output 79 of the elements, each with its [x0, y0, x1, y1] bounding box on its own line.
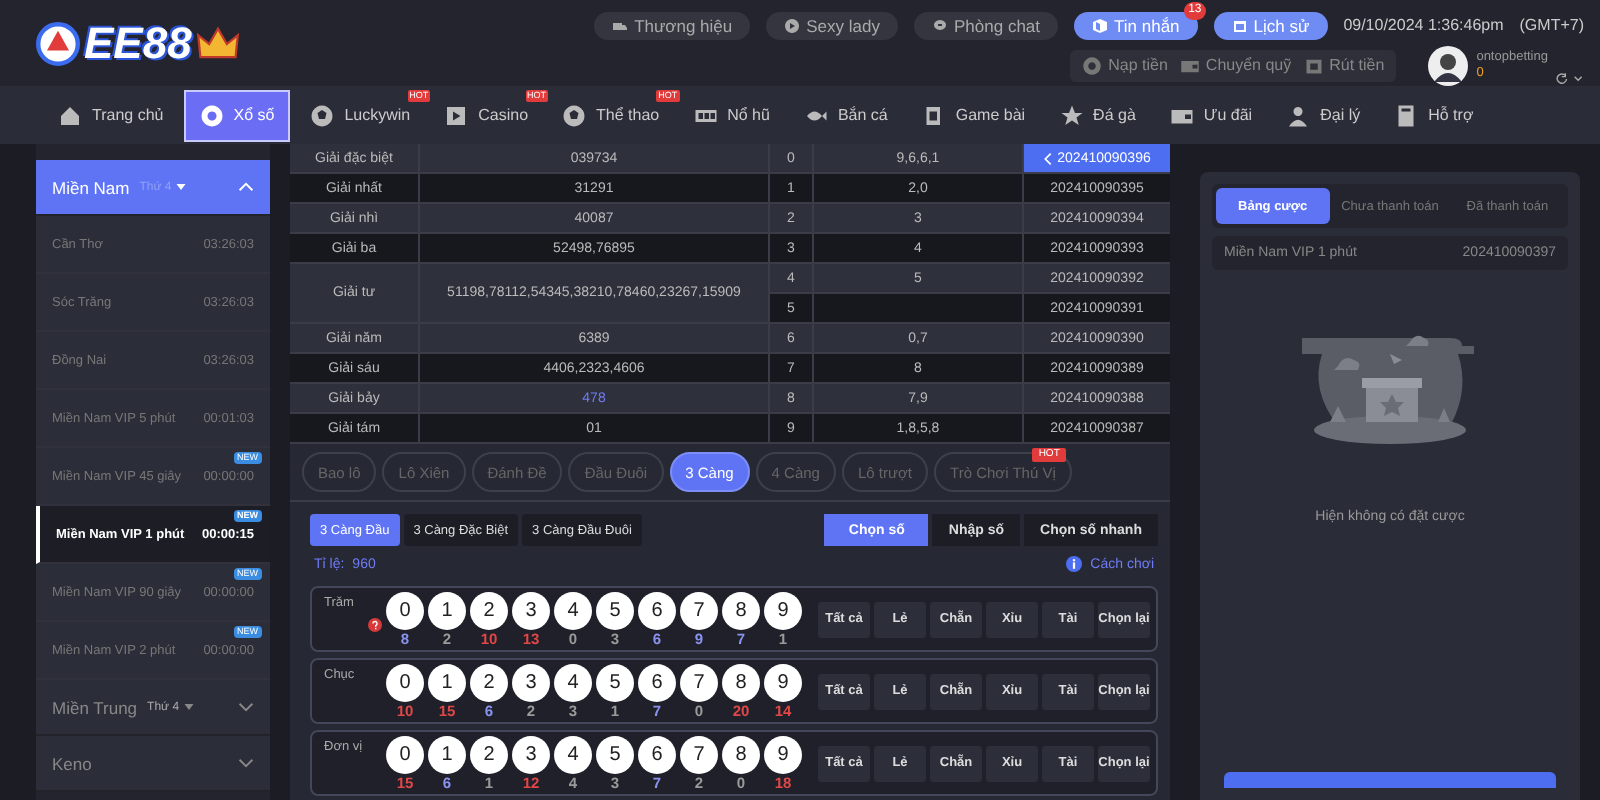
chevron-left-icon: [1043, 151, 1052, 165]
help-icon[interactable]: [368, 618, 382, 632]
number-ball[interactable]: 3: [512, 591, 550, 629]
number-ball[interactable]: 9: [764, 591, 802, 629]
nav-item[interactable]: Bắn cá: [789, 89, 902, 141]
nav-item[interactable]: Hỗ trợ: [1380, 89, 1488, 141]
number-ball[interactable]: 8: [722, 591, 760, 629]
number-ball[interactable]: 7: [680, 735, 718, 773]
number-ball[interactable]: 2: [470, 663, 508, 701]
avatar[interactable]: [1428, 45, 1469, 85]
header-link[interactable]: Thương hiệu: [594, 11, 751, 39]
timezone: (GMT+7): [1519, 16, 1584, 34]
bank-icon: [1303, 55, 1324, 75]
target-icon: [199, 103, 224, 127]
region-name: Miền Nam: [52, 177, 130, 197]
number-ball[interactable]: 3: [512, 735, 550, 773]
number-ball[interactable]: 2: [470, 591, 508, 629]
number-ball[interactable]: 6: [638, 663, 676, 701]
coin-icon: [1082, 55, 1103, 75]
number-ball[interactable]: 8: [722, 735, 760, 773]
datetime: 09/10/2024 1:36:46pm: [1343, 16, 1504, 34]
number-ball[interactable]: 0: [386, 663, 424, 701]
caret-icon: [175, 184, 186, 190]
book-icon: [1394, 103, 1419, 127]
refresh-icon[interactable]: [1556, 71, 1584, 85]
number-ball[interactable]: 5: [596, 591, 634, 629]
chevron-icon: [238, 702, 254, 712]
card-icon: [921, 103, 946, 127]
nav-item[interactable]: Nổ hũ: [679, 89, 784, 141]
number-ball[interactable]: 3: [512, 663, 550, 701]
logo-text: EE88: [84, 17, 192, 69]
number-ball[interactable]: 4: [554, 663, 592, 701]
number-ball[interactable]: 9: [764, 663, 802, 701]
cube-icon: [1092, 17, 1109, 33]
number-ball[interactable]: 1: [428, 735, 466, 773]
wallet-icon: [1179, 55, 1200, 75]
caret-icon: [183, 704, 194, 710]
number-ball[interactable]: 4: [554, 591, 592, 629]
crown-icon: [195, 25, 240, 61]
number-ball[interactable]: 2: [470, 735, 508, 773]
truck-icon: [612, 17, 629, 33]
logo-emblem-icon: [36, 21, 80, 65]
star-icon: [1059, 103, 1084, 127]
logo[interactable]: EE88: [36, 17, 240, 69]
number-ball[interactable]: 9: [764, 735, 802, 773]
chevron-icon: [238, 182, 254, 192]
wallet-button[interactable]: Chuyển quỹ: [1179, 55, 1292, 75]
nav-item[interactable]: Đại lý: [1272, 89, 1375, 141]
nav-item[interactable]: Ưu đãi: [1155, 89, 1267, 141]
info-icon: [1066, 556, 1083, 572]
number-ball[interactable]: 0: [386, 735, 424, 773]
number-ball[interactable]: 7: [680, 663, 718, 701]
play-icon: [444, 103, 469, 127]
wallet-button[interactable]: Nạp tiền: [1082, 55, 1168, 75]
region-name: Miền Trung: [52, 697, 138, 717]
number-ball[interactable]: 0: [386, 591, 424, 629]
number-ball[interactable]: 7: [680, 591, 718, 629]
house-icon: [58, 103, 82, 127]
person-icon: [1286, 103, 1311, 127]
play-icon: [784, 17, 801, 33]
number-ball[interactable]: 4: [554, 735, 592, 773]
number-ball[interactable]: 1: [428, 591, 466, 629]
header-link[interactable]: Sexy lady: [766, 11, 898, 39]
nav-item[interactable]: Trang chủ: [44, 89, 178, 141]
wallet-button[interactable]: Rút tiền: [1303, 55, 1385, 75]
chevron-icon: [238, 758, 254, 768]
number-ball[interactable]: 6: [638, 591, 676, 629]
number-ball[interactable]: 1: [428, 663, 466, 701]
region-header[interactable]: Keno: [36, 736, 270, 792]
nav-item[interactable]: Đá gà: [1045, 89, 1150, 141]
number-ball[interactable]: 8: [722, 663, 760, 701]
header-link[interactable]: Phòng chat: [914, 11, 1059, 39]
region-name: Keno: [52, 753, 92, 773]
number-ball[interactable]: 6: [638, 735, 676, 773]
chat-icon: [932, 17, 948, 33]
number-ball[interactable]: 5: [596, 663, 634, 701]
nav-item[interactable]: Xổ số: [183, 89, 291, 141]
nav-item[interactable]: Game bài: [907, 89, 1040, 141]
number-ball[interactable]: 5: [596, 735, 634, 773]
